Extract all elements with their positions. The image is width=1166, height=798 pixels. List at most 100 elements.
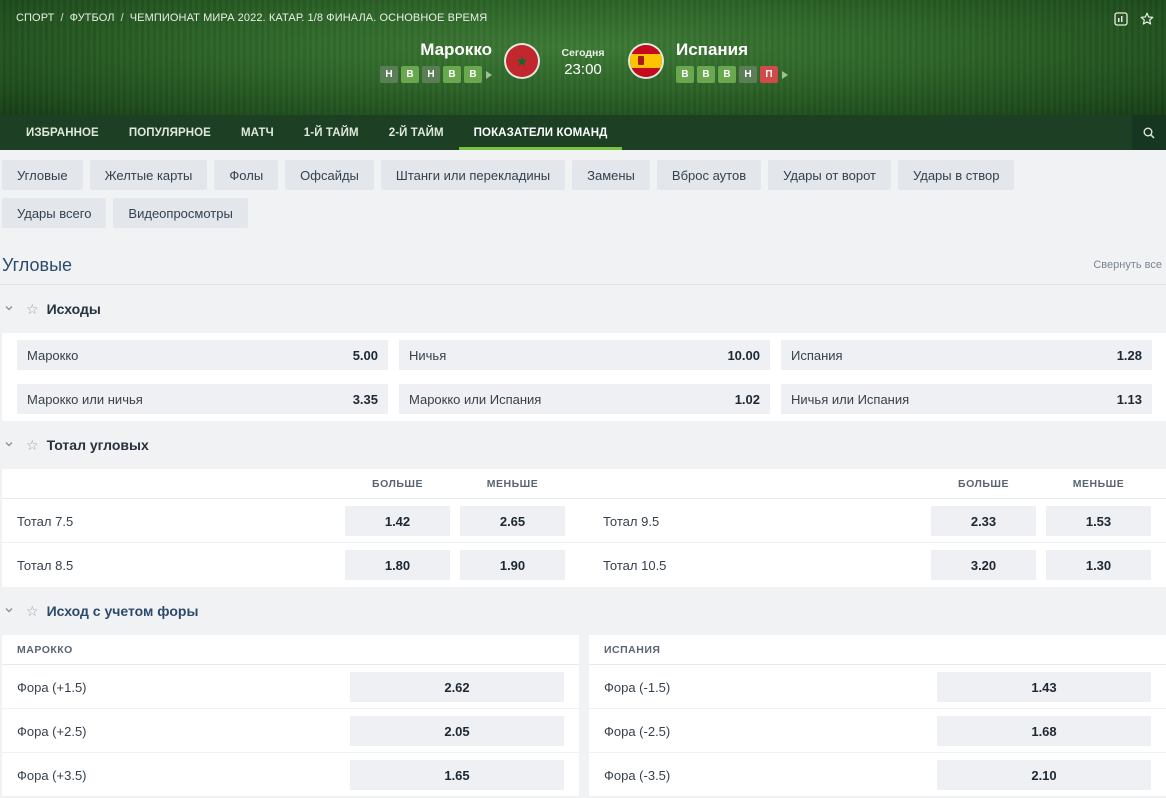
market-handicap-header[interactable]: ☆ Исход с учетом форы [0,587,1166,635]
collapse-all-link[interactable]: Свернуть все [1093,259,1162,271]
totals-row: Тотал 8.5 1.80 1.90 Тотал 10.5 3.20 1.30 [2,543,1166,587]
away-team-form: В В В Н П [676,66,788,83]
spain-flag-icon [630,45,662,77]
handicap-label: Фора (-2.5) [604,723,671,739]
odd-button[interactable]: 2.62 [350,672,564,702]
outcome-label: Испания [791,347,843,363]
odd-button[interactable]: 1.80 [345,550,450,580]
handicap-row: Фора (-1.5) 1.43 [589,665,1166,709]
stat-filter-chips: Угловые Желтые карты Фолы Офсайды Штанги… [0,150,1066,228]
section-header: Угловые Свернуть все [0,255,1166,275]
outcome-label: Марокко или ничья [27,391,143,407]
handicap-columns: МАРОККО Фора (+1.5) 2.62 Фора (+2.5) 2.0… [2,635,1166,797]
odd-button[interactable]: 1.65 [350,760,564,790]
handicap-label: Фора (-1.5) [604,679,671,695]
handicap-away-column: ИСПАНИЯ Фора (-1.5) 1.43 Фора (-2.5) 1.6… [589,635,1166,797]
total-label: Тотал 9.5 [603,513,660,529]
outcome-odd: 1.02 [734,391,760,407]
chip-substitutions[interactable]: Замены [572,160,650,190]
breadcrumb-football[interactable]: ФУТБОЛ [70,12,115,24]
chevron-down-icon[interactable] [4,302,16,316]
odd-button[interactable]: 1.90 [460,550,565,580]
tab-favorites[interactable]: ИЗБРАННОЕ [0,115,114,150]
handicap-row: Фора (-3.5) 2.10 [589,753,1166,797]
odd-button[interactable]: 1.43 [937,672,1151,702]
outcome-odd: 1.13 [1116,391,1142,407]
star-icon[interactable] [1140,12,1154,26]
over-header: БОЛЬШЕ [372,477,423,490]
chip-fouls[interactable]: Фолы [214,160,279,190]
market-outcomes-header[interactable]: ☆ Исходы [0,285,1166,333]
handicap-label: Фора (+1.5) [17,679,87,695]
total-label: Тотал 8.5 [17,557,74,573]
odd-button[interactable]: 1.53 [1046,506,1151,536]
market-nav: ИЗБРАННОЕ ПОПУЛЯРНОЕ МАТЧ 1-Й ТАЙМ 2-Й Т… [0,115,1166,150]
odd-button[interactable]: Марокко 5.00 [17,340,388,370]
form-result: В [676,66,694,83]
odd-button[interactable]: Марокко или ничья 3.35 [17,384,388,414]
chip-yellow-cards[interactable]: Желтые карты [89,160,208,190]
chip-goal-kicks[interactable]: Удары от ворот [768,160,891,190]
odd-button[interactable]: 1.42 [345,506,450,536]
form-result: В [697,66,715,83]
handicap-label: Фора (+2.5) [17,723,87,739]
outcome-label: Ничья [409,347,447,363]
away-team: Испания В В В Н П [676,40,788,83]
star-icon[interactable]: ☆ [26,437,39,454]
odd-button[interactable]: 1.30 [1046,550,1151,580]
odd-button[interactable]: 2.10 [937,760,1151,790]
match-date: Сегодня [561,47,605,59]
breadcrumb-sport[interactable]: СПОРТ [16,12,54,24]
chip-throw-ins[interactable]: Вброс аутов [656,160,762,190]
chevron-down-icon[interactable] [4,438,16,452]
chip-corners[interactable]: Угловые [2,160,83,190]
chip-var-reviews[interactable]: Видеопросмотры [113,198,248,228]
outcome-odd: 10.00 [727,347,760,363]
tab-popular[interactable]: ПОПУЛЯРНОЕ [114,115,226,150]
away-team-name[interactable]: Испания [676,40,788,60]
breadcrumb-separator: / [120,12,124,24]
star-icon[interactable]: ☆ [26,603,39,620]
search-icon[interactable] [1132,115,1166,150]
totals-row: Тотал 7.5 1.42 2.65 Тотал 9.5 2.33 1.53 [2,499,1166,543]
market-title: Исходы [46,301,101,317]
breadcrumb-separator: / [60,12,64,24]
totals-card: БОЛЬШЕ МЕНЬШЕ БОЛЬШЕ МЕНЬШЕ Тотал 7.5 1.… [2,469,1166,587]
handicap-row: Фора (+2.5) 2.05 [2,709,579,753]
tab-second-half[interactable]: 2-Й ТАЙМ [374,115,459,150]
handicap-row: Фора (-2.5) 1.68 [589,709,1166,753]
odd-button[interactable]: 2.65 [460,506,565,536]
tab-first-half[interactable]: 1-Й ТАЙМ [289,115,374,150]
odd-button[interactable]: Ничья 10.00 [399,340,770,370]
chip-total-shots[interactable]: Удары всего [2,198,107,228]
chevron-down-icon[interactable] [4,604,16,618]
totals-column-header: БОЛЬШЕ МЕНЬШЕ БОЛЬШЕ МЕНЬШЕ [2,469,1166,499]
odd-button[interactable]: Марокко или Испания 1.02 [399,384,770,414]
form-arrow-icon [782,70,788,79]
total-label: Тотал 7.5 [17,513,74,529]
odd-button[interactable]: Испания 1.28 [781,340,1152,370]
tab-team-stats[interactable]: ПОКАЗАТЕЛИ КОМАНД [458,115,623,150]
odd-button[interactable]: 2.33 [931,506,1036,536]
outcome-label: Марокко или Испания [409,391,542,407]
odd-button[interactable]: 3.20 [931,550,1036,580]
breadcrumb-tournament[interactable]: ЧЕМПИОНАТ МИРА 2022. КАТАР. 1/8 ФИНАЛА. … [130,12,488,24]
match-time: Сегодня 23:00 [0,47,1166,78]
handicap-label: Фора (-3.5) [604,767,671,783]
odd-button[interactable]: 2.05 [350,716,564,746]
star-icon[interactable]: ☆ [26,301,39,318]
odd-button[interactable]: 1.68 [937,716,1151,746]
chip-woodwork[interactable]: Штанги или перекладины [380,160,566,190]
outcome-odd: 5.00 [352,347,378,363]
tab-match[interactable]: МАТЧ [226,115,289,150]
market-totals-header[interactable]: ☆ Тотал угловых [0,421,1166,469]
section-title: Угловые [2,254,73,275]
odd-button[interactable]: Ничья или Испания 1.13 [781,384,1152,414]
market-title: Исход с учетом форы [46,603,199,619]
chip-shots-on-target[interactable]: Удары в створ [898,160,1015,190]
chip-offsides[interactable]: Офсайды [285,160,374,190]
outcome-label: Ничья или Испания [791,391,910,407]
under-header: МЕНЬШЕ [486,477,539,490]
form-result: П [760,66,778,83]
stats-icon[interactable] [1114,12,1128,26]
